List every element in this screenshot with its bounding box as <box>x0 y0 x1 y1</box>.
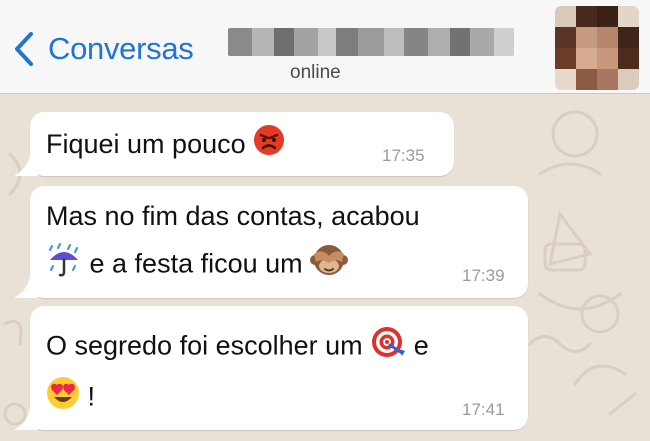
back-label: Conversas <box>48 31 194 66</box>
message-text: e a festa ficou um <box>46 242 349 289</box>
message-line: ! <box>87 381 96 412</box>
chevron-left-icon <box>14 31 34 67</box>
message-line: e <box>413 330 429 361</box>
bubble-tail <box>14 276 38 298</box>
contact-name-blurred[interactable] <box>228 28 514 56</box>
message-text: O segredo foi escolher um e <box>46 324 429 371</box>
message-line: O segredo foi escolher um <box>46 330 363 361</box>
message-time: 17:41 <box>462 400 505 419</box>
bubble-tail <box>14 154 38 176</box>
heart-eyes-emoji <box>46 376 80 421</box>
message-line: Fiquei um pouco <box>46 129 246 159</box>
see-no-evil-monkey-emoji <box>310 242 349 289</box>
message-time: 17:39 <box>462 266 505 285</box>
message-bubble[interactable]: O segredo foi escolher um e ! 17:41 <box>30 306 528 430</box>
umbrella-rain-emoji <box>46 242 82 289</box>
message-text: Mas no fim das contas, acabou <box>46 201 420 231</box>
message-bubble[interactable]: Mas no fim das contas, acabou e a festa … <box>30 186 528 298</box>
message-text: Fiquei um pouco <box>46 124 285 167</box>
avatar[interactable] <box>555 6 639 90</box>
message-time: 17:35 <box>382 146 425 165</box>
contact-status: online <box>290 62 341 83</box>
target-emoji <box>370 324 406 371</box>
chat-header: Conversas online <box>0 0 650 94</box>
message-text: ! <box>46 376 95 421</box>
back-button[interactable]: Conversas <box>14 24 194 74</box>
angry-face-emoji <box>253 124 285 167</box>
message-bubble[interactable]: Fiquei um pouco 17:35 <box>30 112 454 176</box>
bubble-tail <box>14 408 38 430</box>
message-line: e a festa ficou um <box>89 248 303 279</box>
